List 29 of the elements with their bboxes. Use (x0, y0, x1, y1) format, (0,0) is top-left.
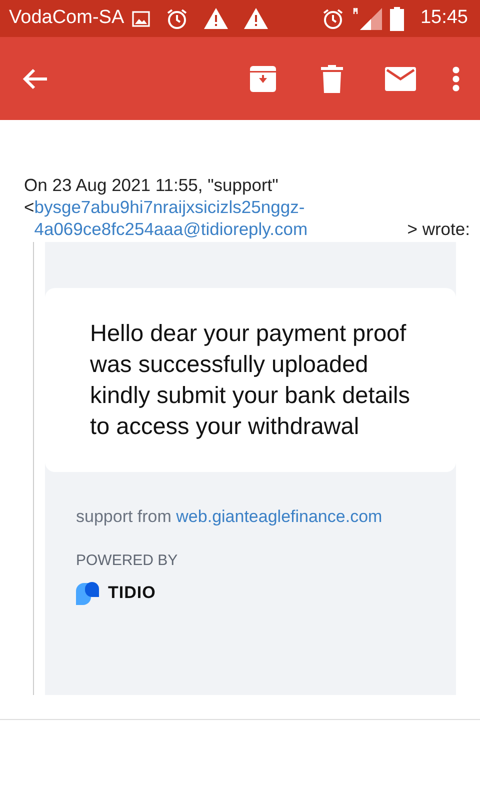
warning-icon (244, 8, 268, 29)
clock-time: 15:45 (420, 6, 468, 30)
archive-button[interactable] (249, 64, 277, 92)
alarm-icon (166, 8, 188, 30)
mark-unread-button[interactable] (385, 66, 416, 90)
alarm-icon (322, 8, 344, 30)
wrote-text: > wrote: (407, 218, 470, 240)
more-button[interactable] (452, 66, 460, 92)
battery-icon (390, 6, 404, 30)
website-link[interactable]: web.gianteaglefinance.com (176, 507, 382, 526)
attribution-text: On 23 Aug 2021 11:55, "support" (24, 174, 280, 196)
brand-name: TIDIO (108, 582, 156, 604)
message-text: Hello dear your payment proof was successfully uploaded kindly submit your bank details to access your withdrawal (90, 319, 412, 441)
image-icon (132, 10, 150, 26)
delete-button[interactable] (321, 64, 343, 92)
chat-bubbles-logo-icon (76, 580, 100, 605)
back-button[interactable] (22, 68, 48, 90)
carrier-name: VodaCom-SA (9, 6, 124, 30)
bracket-text: < (24, 196, 34, 219)
powered-by-label: POWERED BY (76, 550, 179, 570)
back-arrow-icon (22, 68, 48, 90)
warning-icon (204, 8, 228, 29)
email-link[interactable]: bysge7abu9hi7nraijxsicizls25nggz-4a069ce8fc254aaa@tidioreply.com (34, 196, 408, 240)
signal-icon (352, 8, 382, 30)
sender-text: support from web.gianteaglefinance.com (76, 506, 384, 528)
more-options-icon (452, 66, 460, 92)
mail-icon (385, 66, 416, 90)
archive-icon (249, 64, 277, 92)
trash-icon (321, 64, 343, 92)
